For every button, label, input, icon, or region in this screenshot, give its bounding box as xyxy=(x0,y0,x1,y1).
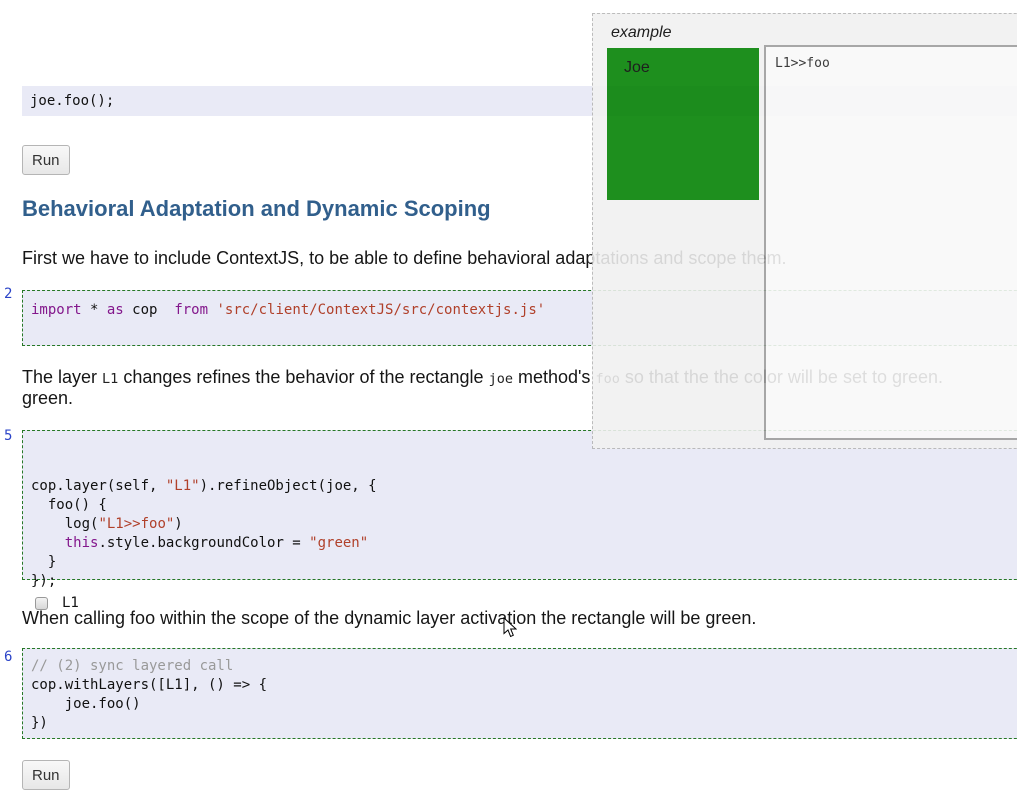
mouse-cursor-icon xyxy=(503,616,518,643)
text-segment: joe.foo() xyxy=(31,696,141,712)
text-segment: changes refines the behavior of the rect… xyxy=(118,367,489,387)
text-segment: "L1>>foo" xyxy=(98,516,175,532)
text-segment: method's xyxy=(512,367,596,387)
code-line: joe.foo() xyxy=(31,695,1017,714)
inline-code: L1 xyxy=(102,371,119,387)
text-segment: from xyxy=(174,302,209,318)
page-title: Behavioral Adaptation and Dynamic Scopin… xyxy=(22,196,491,221)
text-segment: ).refineObject(joe, { xyxy=(199,478,377,494)
text-segment: foo() { xyxy=(31,497,107,513)
code-line: foo() { xyxy=(31,496,1017,515)
example-window-title: example xyxy=(611,24,672,41)
text-segment: * xyxy=(81,302,107,318)
text-segment: }) xyxy=(31,715,48,731)
code-line: }); xyxy=(31,572,1017,591)
code-line: cop.layer(self, "L1").refineObject(joe, … xyxy=(31,477,1017,496)
code-line: // (2) sync layered call xyxy=(31,657,1017,676)
text-segment: When calling foo within the scope of the… xyxy=(22,608,757,628)
text-segment: as xyxy=(106,302,124,318)
text-segment: }); xyxy=(31,573,57,589)
text-segment: 'src/client/ContextJS/src/contextjs.js' xyxy=(216,302,546,318)
joe-morph[interactable]: Joe xyxy=(607,48,759,200)
line-number-2: 2 xyxy=(4,286,13,302)
text-segment: cop.layer(self, xyxy=(31,478,166,494)
joe-morph-label: Joe xyxy=(624,59,650,76)
code-cell-5[interactable]: cop.layer(self, "L1").refineObject(joe, … xyxy=(22,430,1017,611)
text-segment: this xyxy=(64,535,99,551)
text-segment: "L1" xyxy=(165,478,200,494)
text-segment: // (2) sync layered call xyxy=(31,658,234,674)
code-line: cop.withLayers([L1], () => { xyxy=(31,676,1017,695)
code-line: log("L1>>foo") xyxy=(31,515,1017,534)
code-line: }) xyxy=(31,714,1017,733)
text-segment: joe.foo(); xyxy=(30,93,115,109)
code-cell-6[interactable]: // (2) sync layered call cop.withLayers([… xyxy=(22,648,1017,739)
inline-code: joe xyxy=(488,371,513,387)
paragraph-layer-line2: green. xyxy=(22,388,73,409)
run-button-bottom[interactable]: Run xyxy=(22,760,70,790)
log-panel[interactable]: L1>>foo xyxy=(764,45,1017,440)
text-segment: } xyxy=(31,554,57,570)
text-segment xyxy=(31,535,65,551)
line-number-6: 6 xyxy=(4,649,13,665)
text-segment: cop xyxy=(123,302,175,318)
paragraph-when-calling: When calling foo within the scope of the… xyxy=(22,608,756,629)
line-number-5: 5 xyxy=(4,428,13,444)
text-segment: "green" xyxy=(309,535,369,551)
text-segment: ) xyxy=(174,516,183,532)
run-button-top[interactable]: Run xyxy=(22,145,70,175)
log-output-text: L1>>foo xyxy=(775,56,830,71)
text-segment: .style.backgroundColor = xyxy=(98,535,310,551)
code-line: } xyxy=(31,553,1017,572)
text-segment: import xyxy=(31,302,82,318)
example-window[interactable]: example Joe L1>>foo xyxy=(592,13,1017,449)
code-line: this.style.backgroundColor = "green" xyxy=(31,534,1017,553)
text-segment: The layer xyxy=(22,367,103,387)
text-segment: green. xyxy=(22,388,74,408)
text-segment: cop.withLayers([L1], () => { xyxy=(31,677,268,693)
text-segment: log( xyxy=(31,516,99,532)
